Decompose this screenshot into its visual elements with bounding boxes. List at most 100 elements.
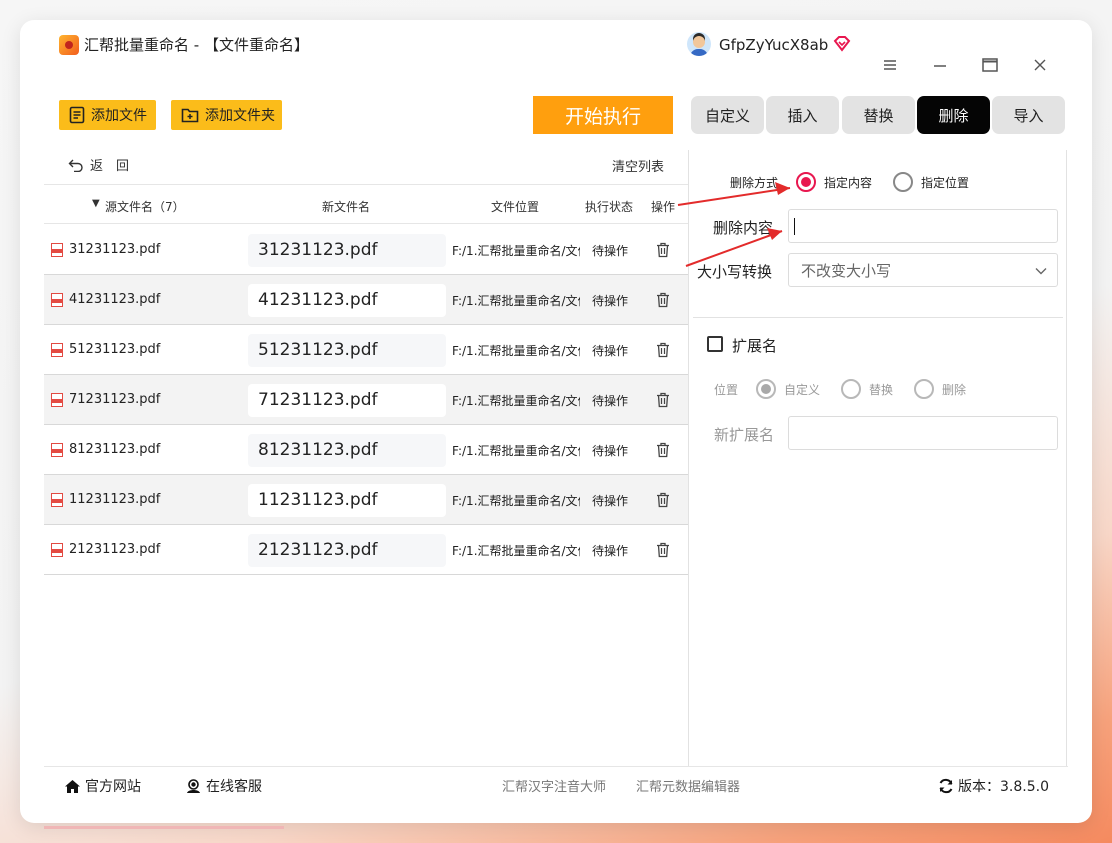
radio-ext-delete[interactable] xyxy=(914,379,934,399)
close-icon[interactable] xyxy=(1028,54,1052,76)
radio-ext-delete-label[interactable]: 删除 xyxy=(942,381,966,398)
new-extension-input[interactable] xyxy=(788,416,1058,450)
file-location: F:/1.汇帮批量重命名/文件 xyxy=(452,444,580,458)
pdf-file-icon xyxy=(51,543,63,557)
execution-status: 待操作 xyxy=(592,294,629,308)
chevron-down-icon xyxy=(1035,268,1047,275)
table-row[interactable]: 51231123.pdf 51231123.pdf F:/1.汇帮批量重命名/文件待… xyxy=(44,325,688,375)
table-row[interactable]: 71231123.pdf 71231123.pdf F:/1.汇帮批量重命名/文件待… xyxy=(44,375,688,425)
bottom-accent-strip xyxy=(44,826,284,829)
execution-status: 待操作 xyxy=(592,444,629,458)
radio-specified-position-label[interactable]: 指定位置 xyxy=(921,174,969,191)
section-divider xyxy=(693,317,1063,318)
tab-custom[interactable]: 自定义 xyxy=(691,96,764,134)
execution-status: 待操作 xyxy=(592,244,629,258)
back-button[interactable]: 返 回 xyxy=(68,155,129,174)
delete-content-input[interactable] xyxy=(788,209,1058,243)
pdf-file-icon xyxy=(51,393,63,407)
maximize-icon[interactable] xyxy=(978,54,1002,76)
tab-replace[interactable]: 替换 xyxy=(842,96,915,134)
pdf-file-icon xyxy=(51,443,63,457)
radio-ext-custom-label[interactable]: 自定义 xyxy=(784,381,820,398)
case-convert-label: 大小写转换 xyxy=(697,263,773,281)
new-filename-field[interactable]: 21231123.pdf xyxy=(248,534,446,567)
username[interactable]: GfpZyYucX8ab xyxy=(719,34,828,56)
source-filename: 71231123.pdf xyxy=(69,392,161,407)
metadata-editor-link[interactable]: 汇帮元数据编辑器 xyxy=(636,776,740,795)
radio-specified-content-label[interactable]: 指定内容 xyxy=(824,174,872,191)
file-location: F:/1.汇帮批量重命名/文件 xyxy=(452,294,580,308)
trash-icon[interactable] xyxy=(656,292,670,308)
table-row[interactable]: 11231123.pdf 11231123.pdf F:/1.汇帮批量重命名/文件待… xyxy=(44,475,688,525)
radio-specified-content[interactable] xyxy=(796,172,816,192)
pinyin-master-link[interactable]: 汇帮汉字注音大师 xyxy=(502,776,606,795)
add-files-label: 添加文件 xyxy=(91,108,147,124)
file-location: F:/1.汇帮批量重命名/文件 xyxy=(452,244,580,258)
delete-mode-label: 删除方式 xyxy=(730,176,779,190)
header-status: 执行状态 xyxy=(585,200,634,214)
delete-content-label: 删除内容 xyxy=(713,219,774,237)
add-file-icon xyxy=(69,106,85,124)
home-icon xyxy=(65,779,80,793)
vip-diamond-icon[interactable] xyxy=(833,35,851,53)
ext-position-label: 位置 xyxy=(714,383,739,397)
new-filename-field[interactable]: 71231123.pdf xyxy=(248,384,446,417)
tab-delete[interactable]: 删除 xyxy=(917,96,990,134)
radio-ext-replace-label[interactable]: 替换 xyxy=(869,381,893,398)
official-website-link[interactable]: 官方网站 xyxy=(64,776,141,796)
add-folder-label: 添加文件夹 xyxy=(205,108,275,124)
clear-list-button[interactable]: 清空列表 xyxy=(612,156,664,175)
header-action: 操作 xyxy=(651,200,676,214)
table-row[interactable]: 21231123.pdf 21231123.pdf F:/1.汇帮批量重命名/文件待… xyxy=(44,525,688,575)
header-source-name[interactable]: 源文件名（7） xyxy=(105,198,185,215)
source-filename: 41231123.pdf xyxy=(69,292,161,307)
case-convert-select[interactable]: 不改变大小写 xyxy=(788,253,1058,287)
add-folder-button[interactable]: 添加文件夹 xyxy=(171,100,282,130)
radio-ext-replace[interactable] xyxy=(841,379,861,399)
table-row[interactable]: 41231123.pdf 41231123.pdf F:/1.汇帮批量重命名/文件待… xyxy=(44,275,688,325)
panel-right-border xyxy=(1066,150,1067,766)
minimize-icon[interactable] xyxy=(928,54,952,76)
new-filename-field[interactable]: 11231123.pdf xyxy=(248,484,446,517)
source-filename: 31231123.pdf xyxy=(69,242,161,257)
start-execute-button[interactable]: 开始执行 xyxy=(533,96,673,134)
app-title: 汇帮批量重命名 - 【文件重命名】 xyxy=(84,36,309,54)
app-window: 汇帮批量重命名 - 【文件重命名】 GfpZyYucX8ab 添加文件 添加文件… xyxy=(20,20,1092,823)
official-website-label: 官方网站 xyxy=(85,779,141,795)
table-row[interactable]: 31231123.pdf 31231123.pdf F:/1.汇帮批量重命名/文件待… xyxy=(44,225,688,275)
refresh-icon xyxy=(939,778,953,794)
radio-specified-position[interactable] xyxy=(893,172,913,192)
app-logo-icon xyxy=(59,35,79,55)
trash-icon[interactable] xyxy=(656,492,670,508)
sort-desc-icon[interactable]: ▼ xyxy=(92,198,100,209)
user-avatar[interactable] xyxy=(687,32,711,56)
tab-insert[interactable]: 插入 xyxy=(766,96,839,134)
back-label: 返 回 xyxy=(90,159,130,174)
execution-status: 待操作 xyxy=(592,494,629,508)
add-files-button[interactable]: 添加文件 xyxy=(59,100,156,130)
tab-import[interactable]: 导入 xyxy=(992,96,1065,134)
execution-status: 待操作 xyxy=(592,344,629,358)
pdf-file-icon xyxy=(51,493,63,507)
trash-icon[interactable] xyxy=(656,242,670,258)
menu-icon[interactable] xyxy=(878,54,902,76)
pdf-file-icon xyxy=(51,343,63,357)
source-filename: 21231123.pdf xyxy=(69,542,161,557)
extension-label[interactable]: 扩展名 xyxy=(732,335,777,356)
new-filename-field[interactable]: 81231123.pdf xyxy=(248,434,446,467)
trash-icon[interactable] xyxy=(656,392,670,408)
radio-ext-custom[interactable] xyxy=(756,379,776,399)
footer-bar: 官方网站 在线客服 汇帮汉字注音大师 汇帮元数据编辑器 版本：3.8.5.0 xyxy=(44,766,1068,800)
version-info[interactable]: 版本：3.8.5.0 xyxy=(938,776,1049,796)
title-bar: 汇帮批量重命名 - 【文件重命名】 GfpZyYucX8ab xyxy=(20,20,1092,90)
trash-icon[interactable] xyxy=(656,542,670,558)
new-filename-field[interactable]: 31231123.pdf xyxy=(248,234,446,267)
undo-arrow-icon xyxy=(68,159,83,172)
trash-icon[interactable] xyxy=(656,442,670,458)
new-filename-field[interactable]: 51231123.pdf xyxy=(248,334,446,367)
new-filename-field[interactable]: 41231123.pdf xyxy=(248,284,446,317)
trash-icon[interactable] xyxy=(656,342,670,358)
table-row[interactable]: 81231123.pdf 81231123.pdf F:/1.汇帮批量重命名/文件待… xyxy=(44,425,688,475)
extension-checkbox[interactable] xyxy=(707,336,723,352)
online-support-link[interactable]: 在线客服 xyxy=(185,776,262,796)
